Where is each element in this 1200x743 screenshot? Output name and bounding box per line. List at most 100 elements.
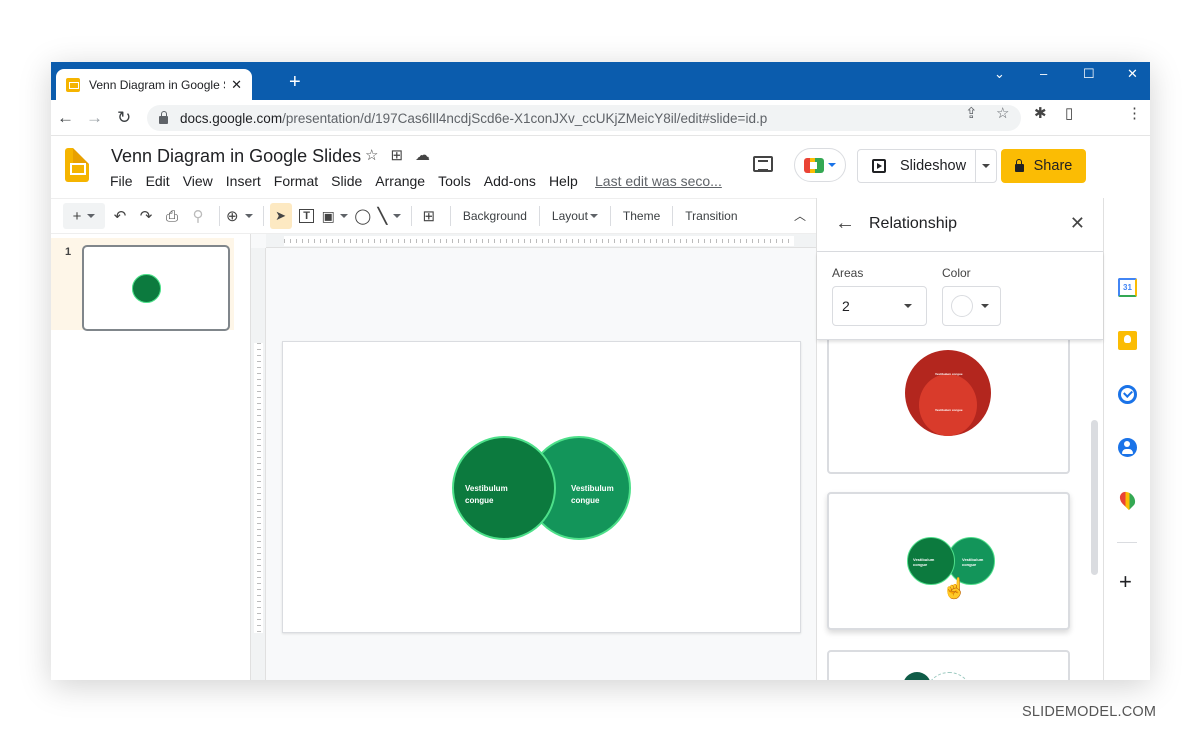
share-button[interactable]: Share [1001, 149, 1086, 183]
side-panel-icon[interactable]: ▯ [1065, 104, 1073, 122]
venn-left-label[interactable]: Vestibulum congue [465, 483, 508, 506]
google-slides-logo-icon[interactable] [65, 148, 89, 182]
reload-icon[interactable]: ↻ [117, 108, 131, 128]
browser-menu-icon[interactable]: ⋮ [1127, 104, 1142, 122]
url-input[interactable]: docs.google.com/presentation/d/197Cas6lI… [147, 105, 1021, 131]
areas-select[interactable]: 2 [832, 286, 927, 326]
undo-button[interactable]: ↶ [109, 203, 131, 229]
tab-close-icon[interactable]: ✕ [231, 77, 242, 93]
url-domain: docs.google.com [180, 110, 283, 126]
shape-button[interactable]: ◯ [352, 203, 374, 229]
share-page-icon[interactable]: ⇪ [965, 104, 978, 122]
line-button[interactable]: ╲ [378, 203, 401, 229]
menu-bar: File Edit View Insert Format Slide Arran… [110, 173, 591, 189]
theme-button[interactable]: Theme [617, 209, 666, 223]
ruler-ticks [254, 343, 263, 633]
comment-history-icon[interactable] [753, 156, 773, 172]
menu-addons[interactable]: Add-ons [484, 173, 536, 189]
layout-label: Layout [551, 209, 588, 223]
menu-help[interactable]: Help [549, 173, 578, 189]
select-tool-button[interactable]: ➤ [269, 203, 292, 229]
color-select[interactable] [942, 286, 1001, 326]
cloud-saved-icon[interactable]: ☁ [415, 146, 430, 164]
toolbar: + ↶ ↷ ⎙ ⚲ ⊕ ➤ T ▣ ◯ ╲ ⊞ Background Layou… [51, 198, 816, 234]
nested-outer-label: Vestibulum congue [935, 372, 963, 376]
meet-button[interactable] [794, 148, 846, 182]
browser-tab[interactable]: Venn Diagram in Google Slides - ✕ [56, 69, 252, 100]
tab-search-icon[interactable]: ⌄ [994, 66, 1005, 82]
title-icons: ☆ ⊞ ☁ [365, 146, 430, 164]
nested-inner-label: Vestibulum congue [935, 408, 963, 412]
paint-format-button[interactable]: ⚲ [187, 203, 209, 229]
addon-sidebar: 31 + [1103, 198, 1150, 680]
play-icon [872, 159, 886, 173]
bookmark-star-icon[interactable]: ☆ [996, 104, 1009, 122]
last-edit-link[interactable]: Last edit was seco... [595, 173, 722, 189]
get-addons-plus-icon[interactable]: + [1119, 571, 1132, 593]
print-button[interactable]: ⎙ [161, 203, 183, 229]
slideshow-label: Slideshow [900, 158, 967, 174]
vertical-ruler[interactable] [251, 248, 266, 680]
diagram-card-nested[interactable]: Vestibulum congue Vestibulum congue [827, 340, 1070, 474]
slideshow-button[interactable]: Slideshow [858, 150, 976, 182]
menu-insert[interactable]: Insert [226, 173, 261, 189]
horizontal-ruler[interactable] [266, 234, 816, 248]
contacts-icon[interactable] [1118, 438, 1137, 457]
textbox-button[interactable]: T [296, 203, 318, 229]
watermark: SLIDEMODEL.COM [1022, 704, 1157, 720]
collapse-toolbar-icon[interactable]: ︿ [794, 207, 806, 224]
menu-view[interactable]: View [183, 173, 213, 189]
move-folder-icon[interactable]: ⊞ [390, 146, 403, 164]
menu-file[interactable]: File [110, 173, 133, 189]
background-button[interactable]: Background [457, 209, 533, 223]
extensions-icon[interactable]: ✱ [1034, 104, 1047, 122]
diagram-card-venn[interactable]: Vestibulum congue Vestibulum congue ☝ [827, 492, 1070, 630]
menu-arrange[interactable]: Arrange [375, 173, 425, 189]
shape-icon: ◯ [354, 208, 372, 225]
star-icon[interactable]: ☆ [365, 146, 378, 164]
browser-window: Venn Diagram in Google Slides - ✕ + ⌄ – … [51, 62, 1150, 680]
maximize-button[interactable]: ☐ [1083, 66, 1095, 82]
diagram-card-partial[interactable] [827, 650, 1070, 680]
slideshow-dropdown-button[interactable] [976, 150, 996, 182]
cursor-arrow-icon: ➤ [275, 208, 287, 223]
transition-button[interactable]: Transition [679, 209, 743, 223]
image-button[interactable]: ▣ [322, 203, 348, 229]
new-tab-button[interactable]: + [289, 72, 301, 92]
card-right-line2: congue [962, 562, 977, 568]
close-icon[interactable]: ✕ [1070, 213, 1085, 234]
back-icon[interactable]: ← [57, 108, 74, 128]
menu-edit[interactable]: Edit [146, 173, 170, 189]
menu-slide[interactable]: Slide [331, 173, 362, 189]
close-window-button[interactable]: ✕ [1127, 66, 1138, 82]
panel-scrollbar[interactable] [1091, 420, 1098, 575]
redo-button[interactable]: ↷ [135, 203, 157, 229]
back-arrow-icon[interactable]: ← [835, 212, 855, 235]
zoom-button[interactable]: ⊕ [226, 203, 253, 229]
calendar-icon[interactable]: 31 [1118, 278, 1137, 297]
color-label: Color [942, 266, 971, 280]
tasks-icon[interactable] [1118, 385, 1137, 404]
maps-icon[interactable] [1116, 488, 1139, 511]
menu-format[interactable]: Format [274, 173, 318, 189]
chevron-down-icon [339, 214, 348, 218]
add-comment-button[interactable]: ⊞ [418, 203, 440, 229]
slide-thumbnail[interactable] [82, 245, 230, 331]
minimize-button[interactable]: – [1040, 66, 1047, 81]
venn-right-line2: congue [571, 495, 600, 505]
filmstrip-slide[interactable]: 1 [51, 238, 234, 331]
layout-button[interactable]: Layout [546, 209, 604, 223]
forward-icon[interactable]: → [86, 108, 103, 128]
toolbar-divider [219, 206, 220, 226]
undo-icon: ↶ [113, 208, 127, 225]
slide-canvas[interactable]: Vestibulum congue Vestibulum congue [282, 341, 801, 633]
keep-icon[interactable] [1118, 331, 1137, 350]
panel-title: Relationship [869, 215, 958, 232]
document-title[interactable]: Venn Diagram in Google Slides [111, 146, 361, 167]
url-path: /presentation/d/197Cas6lIl4ncdjScd6e-X1c… [282, 110, 768, 126]
venn-right-label[interactable]: Vestibulum congue [571, 483, 614, 506]
menu-tools[interactable]: Tools [438, 173, 471, 189]
plus-icon: + [72, 207, 82, 225]
new-slide-button[interactable]: + [63, 203, 105, 229]
venn-left-line2: congue [465, 495, 494, 505]
